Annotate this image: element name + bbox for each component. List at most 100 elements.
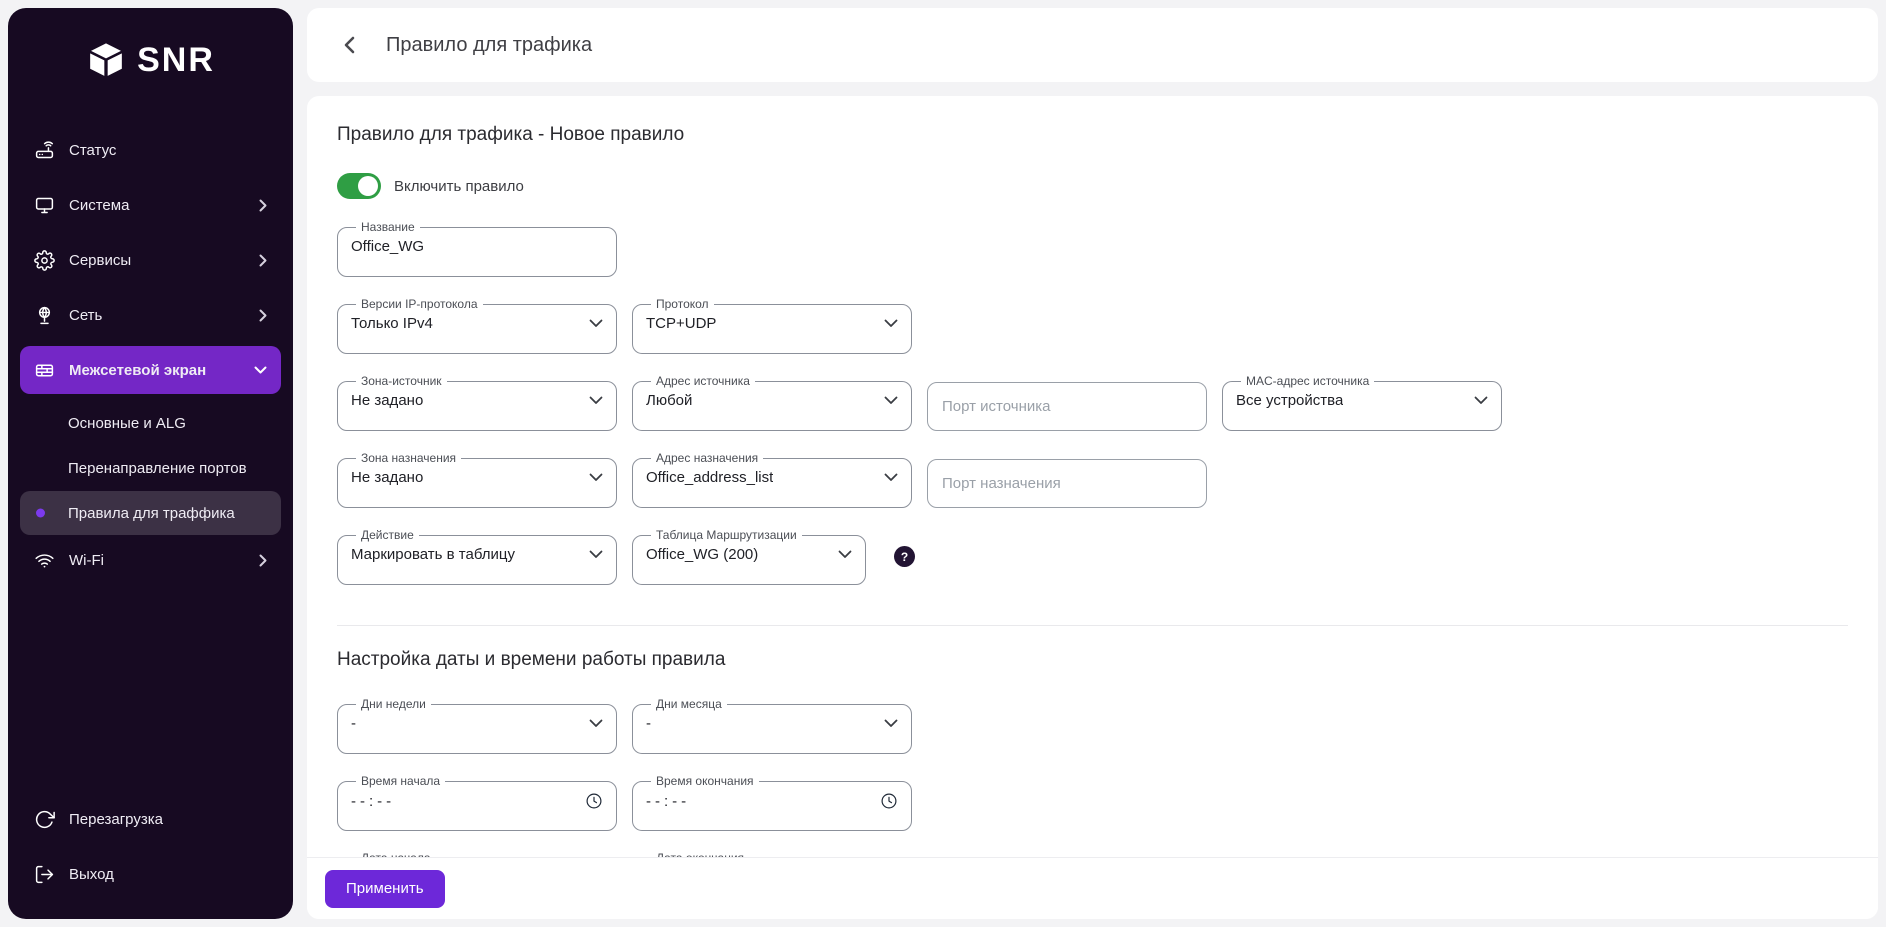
time-row: Время начала --:-- Время окончания --:-- <box>337 774 1848 831</box>
sidebar-item-status[interactable]: Статус <box>20 126 281 174</box>
destination-address-label: Адрес назначения <box>651 451 763 465</box>
source-address-select[interactable]: Адрес источника Любой <box>632 374 912 431</box>
destination-address-select[interactable]: Адрес назначения Office_address_list <box>632 451 912 508</box>
active-dot-icon <box>36 509 45 518</box>
week-days-label: Дни недели <box>356 697 431 711</box>
globe-network-icon <box>34 305 55 326</box>
back-chevron-icon[interactable] <box>341 36 359 54</box>
name-field-value: Office_WG <box>351 238 424 255</box>
sidebar-item-reboot[interactable]: Перезагрузка <box>20 795 281 843</box>
schedule-section-title: Настройка даты и времени работы правила <box>337 649 1848 671</box>
name-field-label: Название <box>356 220 420 234</box>
clock-icon[interactable] <box>585 792 603 810</box>
ip-version-select[interactable]: Версии IP-протокола Только IPv4 <box>337 297 617 354</box>
sidebar-item-label: Выход <box>69 866 114 883</box>
sidebar-item-label: Сервисы <box>69 252 131 269</box>
chevron-down-icon <box>884 396 898 405</box>
section-divider <box>337 625 1848 626</box>
sidebar-item-network[interactable]: Сеть <box>20 291 281 339</box>
destination-port-input[interactable] <box>927 459 1207 508</box>
sidebar: SNR Статус Система <box>8 8 293 919</box>
source-mac-select[interactable]: MAC-адрес источника Все устройства <box>1222 374 1502 431</box>
logout-icon <box>34 864 55 885</box>
time-end-field[interactable]: Время окончания --:-- <box>632 774 912 831</box>
toggle-knob <box>358 176 378 196</box>
action-row: Действие Маркировать в таблицу Таблица М… <box>337 528 1848 585</box>
page-title: Правило для трафика <box>386 34 592 57</box>
destination-zone-label: Зона назначения <box>356 451 461 465</box>
chevron-down-icon <box>589 396 603 405</box>
gear-icon <box>34 250 55 271</box>
time-end-label: Время окончания <box>651 774 759 788</box>
enable-rule-toggle[interactable] <box>337 173 381 199</box>
chevron-down-icon <box>1474 396 1488 405</box>
protocol-value: TCP+UDP <box>646 315 716 332</box>
month-days-select[interactable]: Дни месяца - <box>632 697 912 754</box>
router-icon <box>34 140 55 161</box>
sidebar-item-system[interactable]: Система <box>20 181 281 229</box>
name-field[interactable]: Название Office_WG <box>337 220 617 277</box>
enable-rule-label: Включить правило <box>394 178 524 195</box>
chevron-down-icon <box>589 319 603 328</box>
ip-version-value: Только IPv4 <box>351 315 433 332</box>
sidebar-item-label: Межсетевой экран <box>69 362 206 379</box>
routing-table-select[interactable]: Таблица Маршрутизации Office_WG (200) <box>632 528 866 585</box>
sidebar-item-label: Статус <box>69 142 116 159</box>
days-row: Дни недели - Дни месяца - <box>337 697 1848 754</box>
week-days-value: - <box>351 715 356 732</box>
firewall-icon <box>34 360 55 381</box>
chevron-down-icon <box>589 550 603 559</box>
time-end-value: --:-- <box>646 793 690 810</box>
chevron-right-icon <box>259 254 267 267</box>
action-label: Действие <box>356 528 419 542</box>
apply-button[interactable]: Применить <box>325 870 445 908</box>
source-zone-select[interactable]: Зона-источник Не задано <box>337 374 617 431</box>
chevron-right-icon <box>259 199 267 212</box>
logo-text: SNR <box>137 41 215 80</box>
sidebar-subitem-basic-alg[interactable]: Основные и ALG <box>20 401 281 445</box>
chevron-down-icon <box>884 319 898 328</box>
sidebar-item-label: Правила для траффика <box>68 505 235 522</box>
sidebar-item-label: Система <box>69 197 129 214</box>
protocol-select[interactable]: Протокол TCP+UDP <box>632 297 912 354</box>
sidebar-subitem-traffic-rules[interactable]: Правила для траффика <box>20 491 281 535</box>
sidebar-item-firewall[interactable]: Межсетевой экран <box>20 346 281 394</box>
source-mac-label: MAC-адрес источника <box>1241 374 1374 388</box>
sidebar-item-label: Wi-Fi <box>69 552 104 569</box>
action-select[interactable]: Действие Маркировать в таблицу <box>337 528 617 585</box>
clock-icon[interactable] <box>880 792 898 810</box>
sidebar-item-services[interactable]: Сервисы <box>20 236 281 284</box>
source-zone-value: Не задано <box>351 392 423 409</box>
app-root: SNR Статус Система <box>0 0 1886 927</box>
chevron-down-icon <box>589 473 603 482</box>
source-mac-value: Все устройства <box>1236 392 1343 409</box>
sidebar-item-logout[interactable]: Выход <box>20 850 281 898</box>
sidebar-subitem-port-forwarding[interactable]: Перенаправление портов <box>20 446 281 490</box>
chevron-down-icon <box>838 550 852 559</box>
snr-cube-logo-icon <box>86 40 126 80</box>
chevron-down-icon <box>254 366 267 374</box>
time-start-field[interactable]: Время начала --:-- <box>337 774 617 831</box>
routing-table-label: Таблица Маршрутизации <box>651 528 802 542</box>
logo: SNR <box>8 40 293 80</box>
sidebar-item-label: Перезагрузка <box>69 811 163 828</box>
help-icon[interactable]: ? <box>894 546 915 567</box>
reload-icon <box>34 809 55 830</box>
sidebar-menu: Статус Система Сервисы <box>8 126 293 591</box>
action-value: Маркировать в таблицу <box>351 546 515 563</box>
source-port-input[interactable] <box>927 382 1207 431</box>
rule-form-card: Правило для трафика - Новое правило Вклю… <box>307 96 1878 919</box>
week-days-select[interactable]: Дни недели - <box>337 697 617 754</box>
sidebar-item-label: Перенаправление портов <box>68 460 247 477</box>
destination-zone-select[interactable]: Зона назначения Не задано <box>337 451 617 508</box>
protocol-label: Протокол <box>651 297 714 311</box>
enable-rule-row: Включить правило <box>337 173 1848 199</box>
month-days-value: - <box>646 715 651 732</box>
main-content: Правило для трафика Правило для трафика … <box>307 8 1878 919</box>
time-start-label: Время начала <box>356 774 445 788</box>
sidebar-item-wifi[interactable]: Wi-Fi <box>20 536 281 584</box>
chevron-down-icon <box>884 719 898 728</box>
month-days-label: Дни месяца <box>651 697 727 711</box>
destination-row: Зона назначения Не задано Адрес назначен… <box>337 451 1848 508</box>
source-address-value: Любой <box>646 392 692 409</box>
